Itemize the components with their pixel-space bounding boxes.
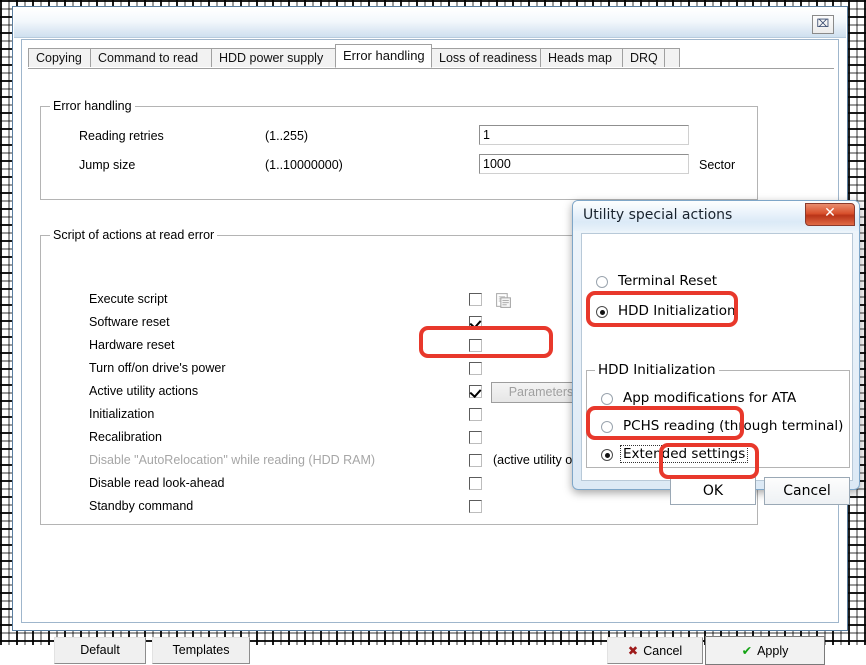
dialog-title: Utility special actions	[583, 207, 732, 223]
script-row-label: Disable "AutoRelocation" while reading (…	[89, 453, 375, 467]
cancel-button-label: Cancel	[643, 644, 682, 658]
cancel-button[interactable]: ✖ Cancel	[607, 637, 703, 664]
checkbox-disable-autorelocation-while-reading-hdd-ram[interactable]	[469, 454, 482, 467]
script-row-label: Software reset	[89, 315, 170, 329]
cancel-x-icon: ✖	[628, 643, 638, 658]
radio-mark[interactable]	[601, 449, 613, 461]
checkbox-standby-command[interactable]	[469, 500, 482, 513]
window-titlebar: ⌧	[14, 8, 846, 38]
checkbox-recalibration[interactable]	[469, 431, 482, 444]
checkbox-hardware-reset[interactable]	[469, 339, 482, 352]
tab-label: Error handling	[343, 48, 425, 63]
checkbox-software-reset[interactable]	[469, 316, 482, 329]
checkbox-turn-off-on-drive-s-power[interactable]	[469, 362, 482, 375]
dialog-cancel-button[interactable]: Cancel	[764, 477, 850, 505]
script-row-label: Active utility actions	[89, 384, 198, 398]
jump-size-unit: Sector	[699, 158, 735, 172]
reading-retries-input[interactable]: 1	[479, 125, 689, 145]
error-handling-group-title: Error handling	[50, 99, 135, 113]
script-row-label: Hardware reset	[89, 338, 174, 352]
close-icon[interactable]: ⌧	[812, 15, 834, 34]
radio-label: Extended settings	[621, 446, 747, 462]
tab-error-handling[interactable]: Error handling	[335, 44, 432, 68]
reading-retries-label: Reading retries	[79, 129, 164, 143]
tab-label: HDD power supply	[219, 51, 323, 65]
tab-label: Command to read	[98, 51, 198, 65]
radio-mark[interactable]	[596, 306, 608, 318]
radio-label: HDD Initialization	[618, 303, 736, 319]
checkbox-disable-read-look-ahead[interactable]	[469, 477, 482, 490]
hdd-initialization-group-title: HDD Initialization	[595, 362, 719, 378]
script-row-label: Turn off/on drive's power	[89, 361, 225, 375]
jump-size-label: Jump size	[79, 158, 135, 172]
tab-copying[interactable]: Copying	[28, 48, 91, 67]
default-button[interactable]: Default	[54, 637, 146, 664]
utility-special-actions-dialog: Utility special actions ✕ Terminal Reset…	[572, 200, 860, 490]
script-row-label: Disable read look-ahead	[89, 476, 225, 490]
radio-mark[interactable]	[601, 393, 613, 405]
tab-label: Copying	[36, 51, 82, 65]
checkbox-initialization[interactable]	[469, 408, 482, 421]
tab-strip-filler	[664, 48, 680, 67]
templates-button[interactable]: Templates	[152, 637, 250, 664]
radio-label: App modifications for ATA	[623, 390, 796, 406]
checkbox-execute-script[interactable]	[469, 293, 482, 306]
dialog-titlebar: Utility special actions ✕	[573, 201, 859, 231]
tab-heads-map[interactable]: Heads map	[540, 48, 623, 67]
tab-label: Loss of readiness	[439, 51, 537, 65]
script-document-icon[interactable]	[495, 292, 512, 309]
tab-hdd-power-supply[interactable]: HDD power supply	[211, 48, 336, 67]
reading-retries-range: (1..255)	[265, 129, 308, 143]
tab-label: DRQ	[630, 51, 658, 65]
hdd-initialization-group: HDD Initialization App modifications for…	[586, 370, 850, 468]
script-row-standby-command: Standby command	[89, 498, 709, 518]
script-row-label: Execute script	[89, 292, 168, 306]
apply-check-icon: ✔	[742, 643, 752, 658]
jump-size-input[interactable]: 1000	[479, 154, 689, 174]
apply-button[interactable]: ✔ Apply	[705, 636, 825, 665]
script-row-label: Recalibration	[89, 430, 162, 444]
dialog-ok-button[interactable]: OK	[670, 477, 756, 505]
script-row-label: Initialization	[89, 407, 154, 421]
tab-loss-of-readiness[interactable]: Loss of readiness	[431, 48, 541, 67]
radio-label: Terminal Reset	[618, 273, 717, 289]
tab-label: Heads map	[548, 51, 612, 65]
radio-mark[interactable]	[601, 421, 613, 433]
apply-button-label: Apply	[757, 644, 788, 658]
tab-drq[interactable]: DRQ	[622, 48, 665, 67]
dialog-body: Terminal Reset HDD Initialization HDD Ini…	[581, 233, 853, 481]
radio-mark[interactable]	[596, 276, 608, 288]
jump-size-range: (1..10000000)	[265, 158, 343, 172]
checkbox-active-utility-actions[interactable]	[469, 385, 482, 398]
script-row-label: Standby command	[89, 499, 193, 513]
dialog-close-icon[interactable]: ✕	[805, 203, 855, 226]
script-actions-group-title: Script of actions at read error	[50, 228, 217, 242]
tab-command-to-read[interactable]: Command to read	[90, 48, 212, 67]
radio-label: PCHS reading (through terminal)	[623, 418, 843, 434]
error-handling-group: Error handling Reading retries (1..255) …	[40, 106, 758, 200]
tab-strip: Copying Command to read HDD power supply Er…	[28, 44, 834, 69]
